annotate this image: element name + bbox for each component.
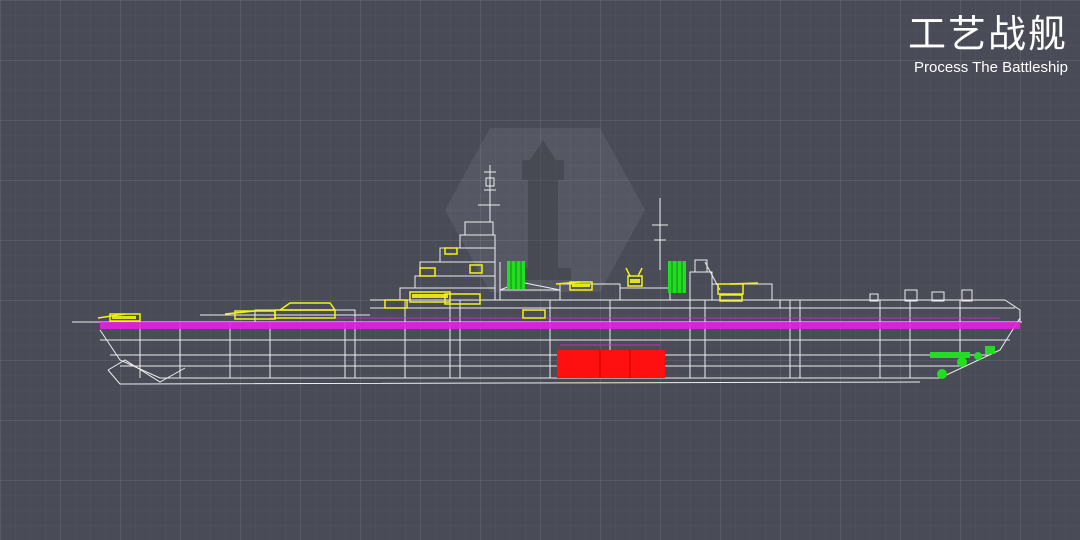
propellers: [930, 346, 995, 379]
engine-room: [557, 350, 665, 378]
deck-band: [100, 322, 1020, 329]
turrets: [97, 247, 759, 322]
battleship-wireframe: [72, 165, 1022, 385]
page-title: 工艺战舰: [907, 12, 1068, 56]
hull-outline: [72, 165, 1022, 385]
title-block: 工艺战舰 Process The Battleship: [908, 12, 1068, 78]
page-subtitle: Process The Battleship: [914, 59, 1068, 76]
